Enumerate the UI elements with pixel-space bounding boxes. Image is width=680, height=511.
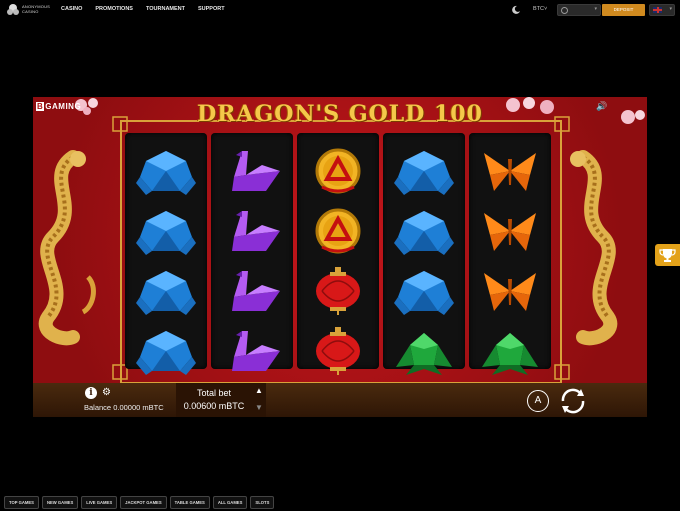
top-bar: ANONYMOUS CASINO CASINO PROMOTIONS TOURN… [0,0,680,20]
balance-value: 0.00000 mBTC [113,403,164,412]
chevron-down-icon: ▾ [669,6,672,12]
casino-logo-icon[interactable] [6,3,20,17]
golden-dragon-icon [570,150,618,346]
user-icon [561,7,568,14]
reel-4 [383,133,465,375]
nav-support[interactable]: SUPPORT [198,6,225,12]
turtle-symbol-icon [136,271,196,315]
frog-symbol-icon [396,333,452,375]
language-selector[interactable]: ▾ [649,4,675,16]
category-new-games[interactable]: NEW GAMES [41,496,79,509]
frog-symbol-icon [482,333,538,375]
main-nav: CASINO PROMOTIONS TOURNAMENT SUPPORT [61,6,225,12]
turtle-symbol-icon [394,271,454,315]
reel-2 [211,133,293,371]
nav-casino[interactable]: CASINO [61,6,82,12]
total-bet-label: Total bet [196,388,232,398]
spin-button[interactable] [557,385,589,417]
turtle-symbol-icon [394,151,454,195]
coin-symbol-icon [315,208,361,254]
butterfly-symbol-icon [484,273,536,311]
tournament-tab[interactable] [655,244,680,266]
lantern-symbol-icon [316,267,360,315]
info-icon[interactable]: i [85,387,97,399]
currency-label: BTC [533,6,544,12]
category-jackpot-games[interactable]: JACKPOT GAMES [120,496,167,509]
category-slots[interactable]: SLOTS [250,496,275,509]
balance-label: Balance [84,403,112,412]
turtle-symbol-icon [394,211,454,255]
balance-display: Balance 0.00000 mBTC [84,403,164,412]
total-bet-box: Total bet 0.00600 mBTC [176,383,266,417]
butterfly-symbol-icon [484,153,536,191]
golden-dragon-icon [38,150,96,346]
butterfly-symbol-icon [484,213,536,251]
turtle-symbol-icon [136,331,196,375]
reel-3 [297,133,379,375]
game-title: DRAGON'S GOLD 100 [197,101,483,127]
chevron-down-icon: ▾ [594,6,597,12]
bet-decrease-icon[interactable]: ▼ [255,403,263,412]
logo-text: ANONYMOUS CASINO [22,4,51,14]
account-dropdown[interactable]: ▾ [557,4,601,16]
trophy-icon [659,249,676,262]
category-live-games[interactable]: LIVE GAMES [81,496,118,509]
gear-icon[interactable]: ⚙ [102,387,111,398]
nav-promotions[interactable]: PROMOTIONS [95,6,133,12]
category-top-games[interactable]: TOP GAMES [4,496,39,509]
chevron-down-icon: ˅ [544,6,548,12]
swan-symbol-icon [232,211,280,251]
reel-5 [469,133,551,375]
total-bet-value: 0.00600 mBTC [183,401,245,411]
moon-icon[interactable] [511,5,521,14]
reel-1 [125,133,207,375]
game-categories: TOP GAMES NEW GAMES LIVE GAMES JACKPOT G… [4,496,275,509]
bet-increase-icon[interactable]: ▲ [255,386,263,395]
turtle-symbol-icon [136,151,196,195]
currency-selector[interactable]: BTC˅ [533,6,547,12]
swan-symbol-icon [232,151,280,191]
autoplay-button[interactable]: A [527,390,549,412]
swan-symbol-icon [232,271,280,311]
uk-flag-icon [653,7,662,13]
lantern-symbol-icon [316,327,360,375]
turtle-symbol-icon [136,211,196,255]
game-frame[interactable]: BGAMING DRAGON'S GOLD 100 🔊 ⤢ ✕ [33,97,647,417]
control-bar: i ⚙ Balance 0.00000 mBTC Total bet 0.006… [33,383,647,417]
coin-symbol-icon [315,148,361,194]
category-table-games[interactable]: TABLE GAMES [169,496,210,509]
speaker-icon[interactable]: 🔊 [596,101,607,112]
deposit-button[interactable]: DEPOSIT [602,4,645,16]
swan-symbol-icon [232,331,280,371]
category-all-games[interactable]: ALL GAMES [212,496,248,509]
nav-tournament[interactable]: TOURNAMENT [146,6,185,12]
